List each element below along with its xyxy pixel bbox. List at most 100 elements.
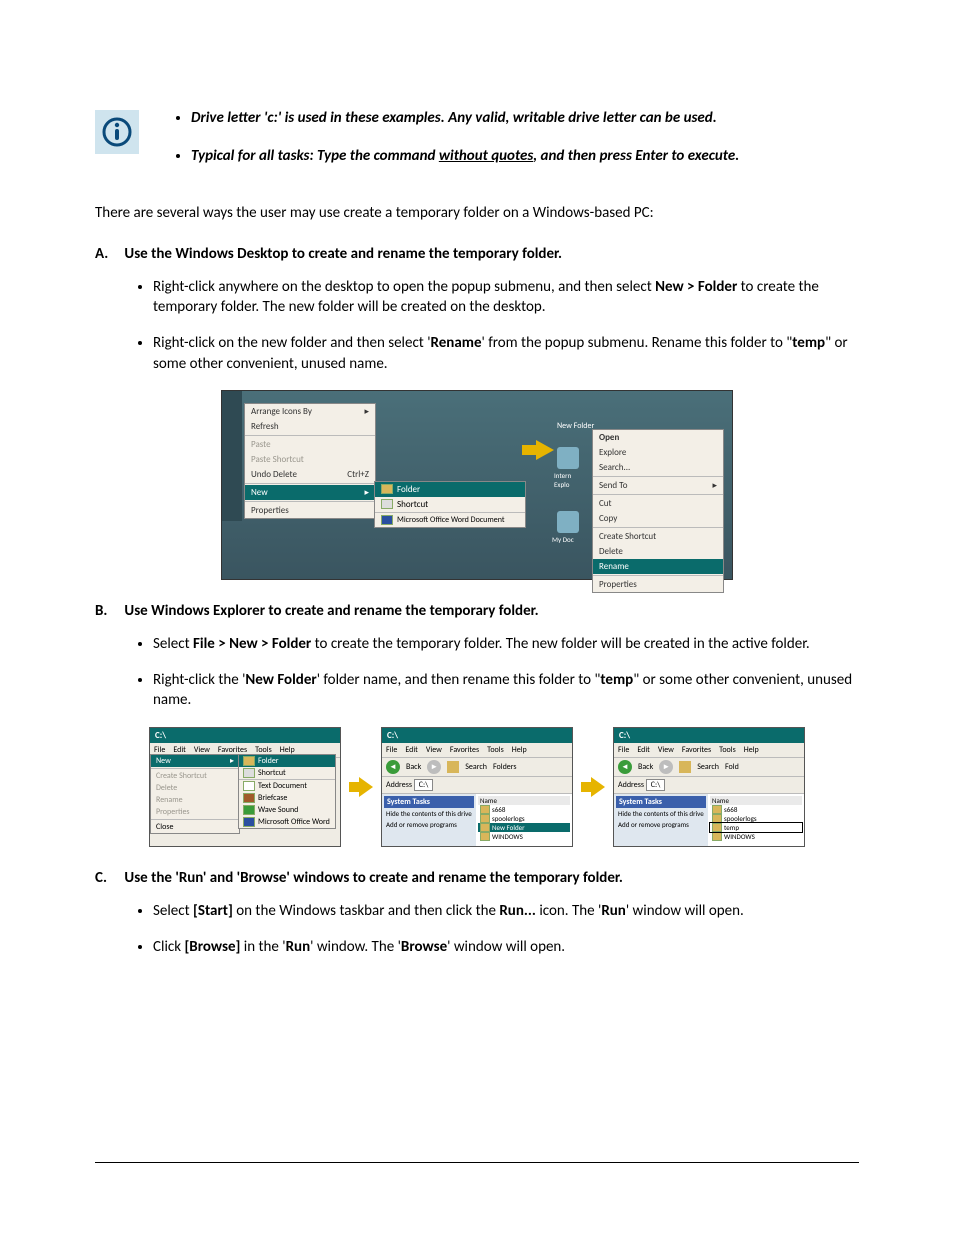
file-item[interactable]: WINDOWS: [478, 832, 570, 841]
file-item-selected[interactable]: New Folder: [478, 823, 570, 832]
text-icon: [243, 781, 255, 791]
new-submenu: Folder Shortcut Text Document Briefcase …: [238, 754, 336, 829]
icon-label: InternExplo: [554, 471, 571, 489]
task-link[interactable]: Hide the contents of this drive: [384, 808, 474, 819]
folder-icon: [480, 814, 490, 823]
folder-icon: [243, 756, 255, 766]
back-button[interactable]: ◄: [386, 760, 400, 774]
menu-item-refresh[interactable]: Refresh: [245, 419, 375, 434]
note-row: Drive letter 'c:' is used in these examp…: [95, 108, 859, 185]
menu-item-properties[interactable]: Properties: [245, 503, 375, 518]
figure-explorer-windows: C:\ File Edit View Favorites Tools Help …: [95, 727, 859, 847]
section-c-heading: C. Use the 'Run' and 'Browse' windows to…: [95, 869, 859, 887]
menu-item-create-shortcut[interactable]: Create Shortcut: [593, 529, 723, 544]
menu-edit[interactable]: Edit: [637, 745, 650, 755]
folder-icon: [480, 823, 490, 832]
submenu-item-folder[interactable]: Folder: [375, 482, 525, 497]
word-icon: [381, 515, 393, 525]
menu-item-paste-shortcut: Paste Shortcut: [245, 452, 375, 467]
menu-view[interactable]: View: [658, 745, 674, 755]
submenu-item-word[interactable]: Microsoft Office Word: [239, 816, 335, 828]
menu-item-new[interactable]: New▸: [151, 755, 239, 767]
menu-item-rename[interactable]: Rename: [593, 559, 723, 574]
menu-edit[interactable]: Edit: [405, 745, 418, 755]
intro-paragraph: There are several ways the user may use …: [95, 203, 859, 223]
menu-favorites[interactable]: Favorites: [682, 745, 711, 755]
wave-icon: [243, 805, 255, 815]
section-title: Use the 'Run' and 'Browse' windows to cr…: [124, 869, 623, 887]
menu-item-undo[interactable]: Undo DeleteCtrl+Z: [245, 467, 375, 482]
menu-help[interactable]: Help: [512, 745, 527, 755]
forward-button: ►: [659, 760, 673, 774]
menu-favorites[interactable]: Favorites: [450, 745, 479, 755]
note-text: Typical for all tasks: Type the command: [191, 147, 439, 165]
menu-item-paste: Paste: [245, 437, 375, 452]
explorer-window: C:\ File Edit View Favorites Tools Help …: [149, 727, 341, 847]
column-header[interactable]: Name: [710, 796, 802, 805]
folder-icon: [480, 832, 490, 841]
menu-tools[interactable]: Tools: [719, 745, 736, 755]
task-link[interactable]: Add or remove programs: [616, 819, 706, 830]
menu-item-properties[interactable]: Properties: [593, 577, 723, 592]
search-button[interactable]: Search: [465, 762, 487, 772]
list-item: Right-click anywhere on the desktop to o…: [153, 277, 859, 318]
file-item[interactable]: temp: [710, 823, 802, 832]
submenu-item-briefcase[interactable]: Briefcase: [239, 792, 335, 804]
folder-icon: [712, 814, 722, 823]
context-menu-folder: Open Explore Search... Send To▸ Cut Copy…: [592, 429, 724, 593]
submenu-item-shortcut[interactable]: Shortcut: [239, 767, 335, 779]
section-letter: C.: [95, 869, 121, 887]
folder-icon: [480, 805, 490, 814]
column-header[interactable]: Name: [478, 796, 570, 805]
menu-help[interactable]: Help: [744, 745, 759, 755]
menu-item-delete: Delete: [151, 782, 239, 794]
menu-item-cut[interactable]: Cut: [593, 496, 723, 511]
menu-item-search[interactable]: Search...: [593, 460, 723, 475]
folder-icon: [712, 832, 722, 841]
briefcase-icon: [243, 793, 255, 803]
menu-item-close[interactable]: Close: [151, 821, 239, 833]
menu-view[interactable]: View: [426, 745, 442, 755]
file-item[interactable]: s668: [710, 805, 802, 814]
submenu-item-word[interactable]: Microsoft Office Word Document: [375, 513, 525, 527]
menu-item-properties: Properties: [151, 806, 239, 818]
menu-file[interactable]: File: [386, 745, 397, 755]
address-field[interactable]: C:\: [414, 779, 434, 791]
menu-bar: File Edit View Favorites Tools Help: [382, 743, 572, 758]
menu-item-delete[interactable]: Delete: [593, 544, 723, 559]
file-item[interactable]: s668: [478, 805, 570, 814]
submenu-item-wave[interactable]: Wave Sound: [239, 804, 335, 816]
list-item: Select File > New > Folder to create the…: [153, 634, 859, 654]
menu-item-open[interactable]: Open: [593, 430, 723, 445]
shortcut-icon: [243, 768, 255, 778]
file-item[interactable]: WINDOWS: [710, 832, 802, 841]
section-letter: B.: [95, 602, 121, 620]
menu-item-new[interactable]: New▸: [245, 485, 375, 500]
folders-button[interactable]: Folders: [493, 762, 517, 772]
menu-file[interactable]: File: [618, 745, 629, 755]
up-button[interactable]: [679, 761, 691, 773]
footer-rule: [95, 1162, 859, 1163]
menu-item-sendto[interactable]: Send To▸: [593, 478, 723, 493]
note-item: Drive letter 'c:' is used in these examp…: [191, 108, 859, 128]
context-menu-desktop: Arrange Icons By▸ Refresh Paste Paste Sh…: [244, 403, 376, 519]
task-link[interactable]: Add or remove programs: [384, 819, 474, 830]
file-item[interactable]: spoolerlogs: [710, 814, 802, 823]
menu-item-rename: Rename: [151, 794, 239, 806]
menu-item-copy[interactable]: Copy: [593, 511, 723, 526]
arrow-icon: [522, 445, 536, 455]
back-button[interactable]: ◄: [618, 760, 632, 774]
submenu-item-text[interactable]: Text Document: [239, 780, 335, 792]
search-button[interactable]: Search: [697, 762, 719, 772]
task-link[interactable]: Hide the contents of this drive: [616, 808, 706, 819]
menu-tools[interactable]: Tools: [487, 745, 504, 755]
menu-item-arrange[interactable]: Arrange Icons By▸: [245, 404, 375, 419]
submenu-item-folder[interactable]: Folder: [239, 755, 335, 767]
file-item[interactable]: spoolerlogs: [478, 814, 570, 823]
submenu-item-shortcut[interactable]: Shortcut: [375, 497, 525, 512]
address-field[interactable]: C:\: [646, 779, 666, 791]
submenu-new: Folder Shortcut Microsoft Office Word Do…: [374, 481, 526, 528]
up-button[interactable]: [447, 761, 459, 773]
folders-button[interactable]: Fold: [725, 762, 739, 772]
menu-item-explore[interactable]: Explore: [593, 445, 723, 460]
